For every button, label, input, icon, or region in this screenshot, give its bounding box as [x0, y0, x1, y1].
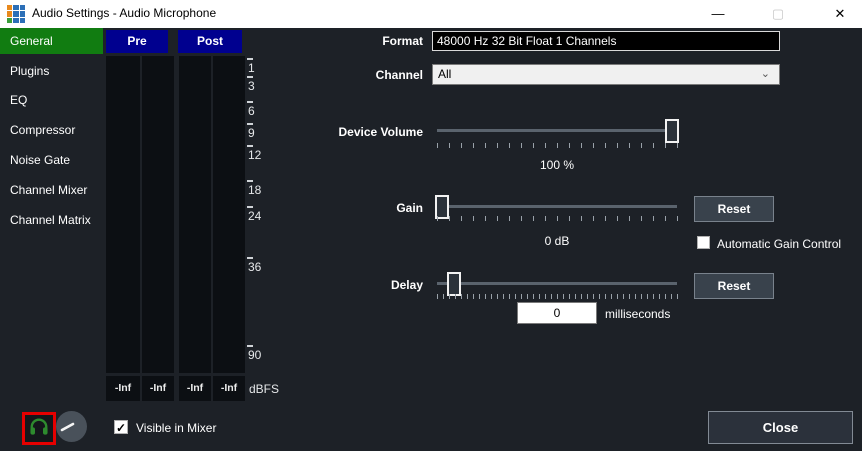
close-button[interactable]: Close — [708, 411, 853, 444]
automatic-gain-control-label: Automatic Gain Control — [717, 237, 841, 251]
maximize-button: ▢ — [758, 0, 798, 28]
device-volume-slider-ticks — [437, 143, 678, 148]
sidebar-item-noise-gate[interactable]: Noise Gate — [0, 147, 103, 173]
scale-tick: 18 — [248, 183, 261, 197]
headphones-volume-knob[interactable] — [56, 411, 87, 442]
scale-unit-label: dBFS — [249, 382, 279, 396]
device-volume-label: Device Volume — [263, 125, 423, 139]
titlebar: Audio Settings - Audio Microphone — ▢ ✕ — [0, 0, 862, 28]
delay-slider-handle[interactable] — [447, 272, 461, 296]
delay-slider-track[interactable] — [437, 282, 677, 285]
scale-tick: 1 — [248, 61, 255, 75]
scale-tick: 90 — [248, 348, 261, 362]
channel-selected-value: All — [438, 67, 451, 81]
scale-tick: 9 — [248, 126, 255, 140]
close-window-button[interactable]: ✕ — [820, 0, 860, 28]
meter-bar-pre-left — [106, 56, 140, 373]
scale-tick: 3 — [248, 79, 255, 93]
gain-slider-track[interactable] — [437, 205, 677, 208]
window-title: Audio Settings - Audio Microphone — [32, 6, 216, 20]
delay-milliseconds-field[interactable] — [517, 302, 597, 324]
sidebar-item-general[interactable]: General — [0, 28, 103, 54]
format-field[interactable] — [432, 31, 780, 51]
device-volume-slider-track[interactable] — [437, 129, 677, 132]
scale-tick: 36 — [248, 260, 261, 274]
gain-reset-button[interactable]: Reset — [694, 196, 774, 222]
level-readout: -Inf — [179, 376, 211, 401]
delay-reset-button[interactable]: Reset — [694, 273, 774, 299]
gain-label: Gain — [263, 201, 423, 215]
device-volume-slider-handle[interactable] — [665, 119, 679, 143]
scale-tick: 6 — [248, 104, 255, 118]
meter-bar-post-left — [179, 56, 211, 373]
headphones-icon — [28, 416, 50, 441]
sidebar-item-eq[interactable]: EQ — [0, 87, 103, 113]
delay-label: Delay — [263, 278, 423, 292]
headphones-monitor-button[interactable] — [22, 412, 56, 445]
meter-bar-post-right — [213, 56, 245, 373]
meter-pre-header[interactable]: Pre — [106, 30, 168, 53]
meter-post-header[interactable]: Post — [178, 30, 242, 53]
app-logo-icon — [7, 5, 25, 23]
format-label: Format — [263, 34, 423, 48]
knob-indicator-icon — [56, 411, 87, 442]
gain-value: 0 dB — [437, 234, 677, 248]
meter-bar-pre-right — [142, 56, 174, 373]
device-volume-value: 100 % — [437, 158, 677, 172]
sidebar-item-compressor[interactable]: Compressor — [0, 117, 103, 143]
channel-label: Channel — [263, 68, 423, 82]
sidebar-item-plugins[interactable]: Plugins — [0, 58, 103, 84]
scale-tick: 12 — [248, 148, 261, 162]
chevron-down-icon: ⌄ — [761, 65, 770, 84]
level-readout: -Inf — [142, 376, 174, 401]
sidebar-item-channel-matrix[interactable]: Channel Matrix — [0, 207, 103, 233]
sidebar-item-channel-mixer[interactable]: Channel Mixer — [0, 177, 103, 203]
minimize-button[interactable]: — — [698, 0, 738, 28]
channel-dropdown[interactable]: All ⌄ — [432, 64, 780, 85]
level-readout: -Inf — [213, 376, 245, 401]
visible-in-mixer-checkbox[interactable]: ✓ — [114, 420, 128, 434]
automatic-gain-control-checkbox[interactable] — [697, 236, 710, 249]
delay-unit-label: milliseconds — [605, 307, 670, 321]
gain-slider-ticks — [437, 216, 678, 221]
delay-slider-ticks — [437, 294, 678, 299]
visible-in-mixer-label: Visible in Mixer — [136, 421, 216, 435]
level-readout: -Inf — [106, 376, 140, 401]
audio-settings-window: Audio Settings - Audio Microphone — ▢ ✕ … — [0, 0, 862, 451]
scale-tick: 24 — [248, 209, 261, 223]
